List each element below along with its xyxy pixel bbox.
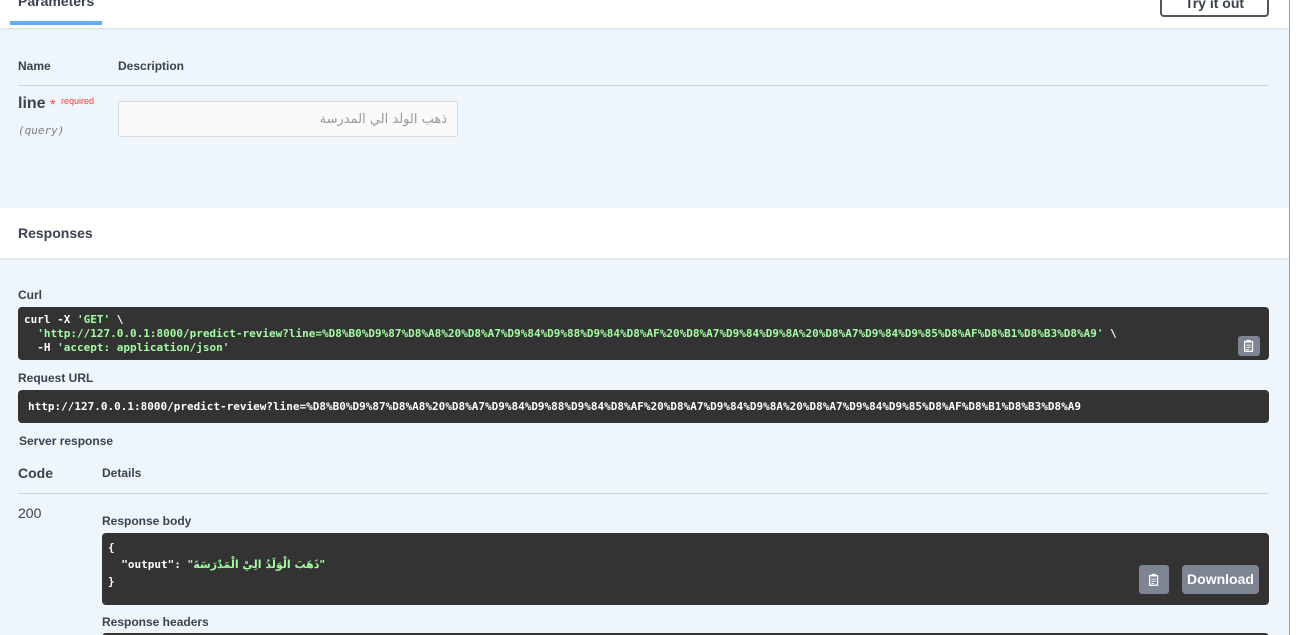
request-url-block[interactable]: http://127.0.0.1:8000/predict-review?lin… [18,390,1269,423]
download-button[interactable]: Download [1182,565,1259,594]
column-header-name: Name [18,59,51,73]
json-open-brace: { [108,541,115,554]
parameters-header: Parameters Try it out [0,0,1289,28]
param-name: line [18,95,46,112]
parameters-divider [18,85,1269,86]
json-colon: : [174,558,188,571]
curl-header: 'accept: application/json' [57,341,230,354]
server-response-label: Server response [19,434,114,448]
tab-parameters[interactable]: Parameters [18,0,94,9]
line-input[interactable] [118,101,458,137]
curl-continuation: \ [1103,327,1117,340]
operation-panel: Parameters Try it out Name Description l… [0,0,1290,635]
column-header-description: Description [118,59,185,73]
curl-label: Curl [18,288,42,302]
try-it-out-button[interactable]: Try it out [1160,0,1269,17]
copy-response-button[interactable] [1139,565,1169,594]
copy-curl-button[interactable] [1238,336,1260,356]
column-header-details: Details [102,466,142,480]
response-body-label: Response body [102,514,192,528]
json-value: "ذَهَبَ الْوَلَدُ الِيْ الْمَدْرَسَةَ" [187,558,326,571]
json-close-brace: } [108,575,115,588]
json-key: "output" [121,558,175,571]
param-location: (query) [18,124,65,137]
clipboard-icon [1148,573,1159,586]
responses-title: Responses [18,225,93,241]
status-code: 200 [18,505,42,521]
curl-header-flag: -H [37,341,58,354]
clipboard-icon [1243,339,1254,352]
curl-continuation: \ [110,313,124,326]
curl-method: 'GET' [76,313,111,326]
required-label: required [61,96,95,106]
required-star: * [50,96,56,112]
curl-code-block[interactable]: curl -X 'GET' \ 'http://127.0.0.1:8000/p… [18,307,1269,360]
curl-cmd: curl -X [24,313,77,326]
tab-active-indicator [10,21,102,25]
request-url-label: Request URL [18,371,94,385]
responses-header: Responses [0,208,1289,258]
response-body-block[interactable]: { "output": "ذَهَبَ الْوَلَدُ الِيْ الْم… [102,533,1269,605]
curl-url: 'http://127.0.0.1:8000/predict-review?li… [37,327,1104,340]
responses-divider [18,493,1269,494]
response-headers-label: Response headers [102,615,209,629]
column-header-code: Code [18,465,53,481]
